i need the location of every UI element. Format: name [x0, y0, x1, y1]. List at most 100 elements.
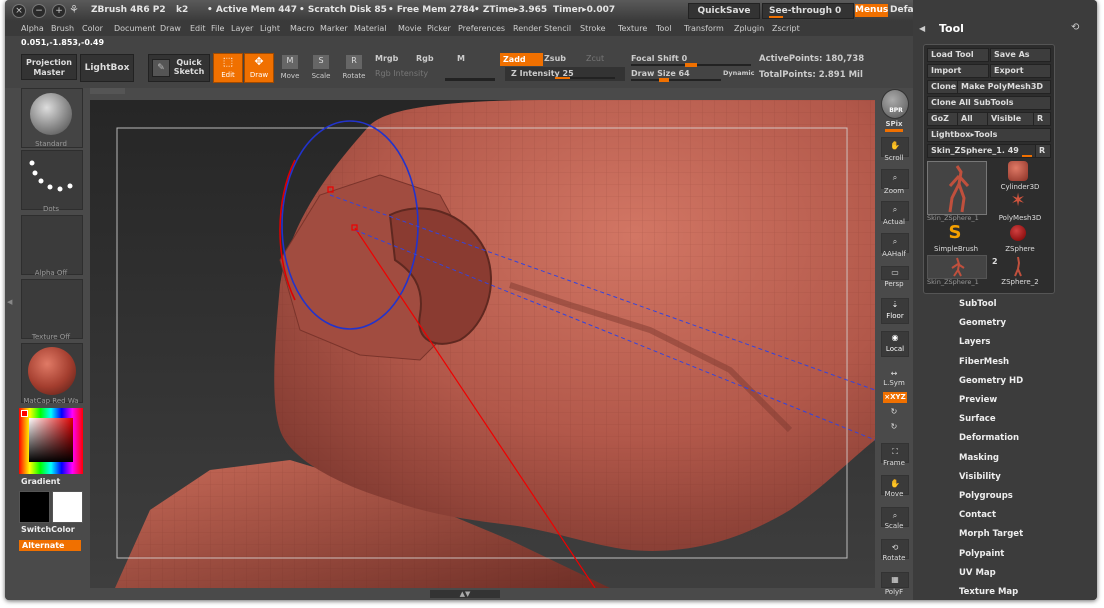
bottom-shelf-toggle-icon[interactable]: ▲▼ [430, 590, 500, 598]
menu-material[interactable]: Material [354, 24, 387, 33]
export-button[interactable]: Export [990, 64, 1051, 78]
sculpt-viewport[interactable] [90, 100, 875, 588]
simplebrush-icon[interactable]: S [944, 223, 966, 243]
menu-zscript[interactable]: Zscript [772, 24, 800, 33]
menu-macro[interactable]: Macro [290, 24, 314, 33]
polymesh3d-icon[interactable]: ✶ [1008, 192, 1028, 210]
secondary-color-swatch[interactable] [52, 491, 83, 523]
subpalette-geometry-hd[interactable]: Geometry HD [959, 376, 1023, 386]
lightbox-button[interactable]: LightBox [80, 54, 134, 82]
cylinder3d-icon[interactable] [1008, 161, 1028, 181]
rotate-y-icon[interactable]: ↻ [877, 406, 911, 418]
menu-texture[interactable]: Texture [618, 24, 647, 33]
polyf-button[interactable]: ▦ [881, 572, 909, 588]
rgb-button[interactable]: Rgb [416, 54, 434, 63]
stroke-thumbnail[interactable] [21, 150, 83, 210]
draw-size-handle[interactable] [659, 78, 669, 82]
zoom-button[interactable]: ⌕ [881, 169, 909, 189]
menu-tool[interactable]: Tool [656, 24, 672, 33]
subpalette-morph-target[interactable]: Morph Target [959, 529, 1023, 539]
current-tool-slider[interactable]: Skin_ZSphere_1. 49 [927, 144, 1036, 158]
alpha-thumbnail[interactable] [21, 215, 83, 275]
goz-r-button[interactable]: R [1033, 112, 1051, 126]
menu-picker[interactable]: Picker [427, 24, 451, 33]
menu-render[interactable]: Render [513, 24, 541, 33]
collapse-left-icon[interactable]: ◀ [7, 298, 13, 308]
menu-zplugin[interactable]: Zplugin [734, 24, 764, 33]
subpalette-masking[interactable]: Masking [959, 453, 999, 463]
rotate-z-icon[interactable]: ↻ [877, 421, 911, 433]
menu-layer[interactable]: Layer [231, 24, 253, 33]
brush-thumbnail[interactable] [21, 88, 83, 148]
texture-thumbnail[interactable] [21, 279, 83, 339]
tool-palette-title[interactable]: Tool [939, 22, 964, 35]
subpalette-preview[interactable]: Preview [959, 395, 997, 405]
bpr-button[interactable]: BPR [881, 89, 909, 119]
color-picker[interactable] [19, 408, 83, 474]
menu-edit[interactable]: Edit [190, 24, 206, 33]
draw-size-slider[interactable]: Draw Size 64 [631, 69, 690, 78]
menu-file[interactable]: File [211, 24, 224, 33]
menu-draw[interactable]: Draw [160, 24, 181, 33]
spix-slider[interactable]: SPix [877, 120, 911, 128]
dynamic-button[interactable]: Dynamic [723, 69, 755, 77]
subpalette-subtool[interactable]: SubTool [959, 299, 997, 309]
local-button[interactable]: ◉ Local [881, 331, 909, 357]
save-as-button[interactable]: Save As [990, 48, 1051, 62]
subpalette-uv-map[interactable]: UV Map [959, 568, 996, 578]
tray-collapse-icon[interactable]: ◀ [919, 24, 927, 34]
subpalette-geometry[interactable]: Geometry [959, 318, 1006, 328]
subpalette-deformation[interactable]: Deformation [959, 433, 1019, 443]
rgb-intensity-slider[interactable]: Rgb Intensity [375, 69, 428, 78]
close-window-icon[interactable]: × [12, 4, 26, 18]
main-color-swatch[interactable] [19, 491, 50, 523]
focal-shift-slider[interactable]: Focal Shift 0 [631, 54, 687, 63]
tool-thumb-main[interactable] [927, 161, 987, 215]
skin-zsphere-1-thumb[interactable] [927, 255, 987, 279]
persp-button[interactable]: ▭ [881, 266, 909, 280]
m-button[interactable]: M [457, 54, 465, 63]
quick-sketch-button[interactable]: ✎ Quick Sketch [148, 54, 210, 82]
goz-button[interactable]: GoZ [927, 112, 959, 126]
lsym-button[interactable]: L.Sym [877, 379, 911, 387]
subpalette-surface[interactable]: Surface [959, 414, 996, 424]
subpalette-contact[interactable]: Contact [959, 510, 996, 520]
import-button[interactable]: Import [927, 64, 989, 78]
zsphere-2-thumb[interactable] [1008, 255, 1028, 277]
menu-stroke[interactable]: Stroke [580, 24, 606, 33]
menu-preferences[interactable]: Preferences [458, 24, 505, 33]
edit-button[interactable]: ⬚ Edit [213, 53, 243, 83]
zsphere-icon[interactable] [1010, 225, 1026, 241]
subpalette-fibermesh[interactable]: FiberMesh [959, 357, 1009, 367]
see-through-slider[interactable]: See-through 0 [762, 3, 854, 19]
subpalette-layers[interactable]: Layers [959, 337, 990, 347]
goz-all-button[interactable]: All [957, 112, 989, 126]
menu-color[interactable]: Color [82, 24, 103, 33]
load-tool-button[interactable]: Load Tool [927, 48, 989, 62]
menu-stencil[interactable]: Stencil [544, 24, 571, 33]
z-intensity-slider[interactable]: Z Intensity 25 [505, 67, 625, 81]
move-mode-button[interactable]: M Move [276, 53, 304, 81]
make-polymesh-button[interactable]: Make PolyMesh3D [957, 80, 1051, 94]
canvas-scroll-handle[interactable] [90, 88, 125, 94]
color-square[interactable] [29, 418, 73, 462]
clone-button[interactable]: Clone [927, 80, 959, 94]
menus-button[interactable]: Menus [855, 4, 888, 17]
quicksave-button[interactable]: QuickSave [688, 3, 760, 19]
document-canvas[interactable] [90, 100, 875, 588]
lightbox-tools-button[interactable]: Lightbox▸Tools [927, 128, 1051, 142]
gradient-button[interactable]: Gradient [21, 477, 60, 486]
menu-alpha[interactable]: Alpha [21, 24, 44, 33]
menu-light[interactable]: Light [260, 24, 280, 33]
subpalette-polypaint[interactable]: Polypaint [959, 549, 1004, 559]
zadd-button[interactable]: Zadd [500, 53, 543, 66]
menu-brush[interactable]: Brush [51, 24, 74, 33]
zsub-button[interactable]: Zsub [544, 54, 566, 63]
subpalette-texture-map[interactable]: Texture Map [959, 587, 1018, 597]
subpalette-visibility[interactable]: Visibility [959, 472, 1001, 482]
menu-transform[interactable]: Transform [684, 24, 724, 33]
scale-mode-button[interactable]: S Scale [307, 53, 335, 81]
menu-movie[interactable]: Movie [398, 24, 422, 33]
floor-button[interactable]: ⇣ Floor [881, 298, 909, 324]
draw-button[interactable]: ✥ Draw [244, 53, 274, 83]
